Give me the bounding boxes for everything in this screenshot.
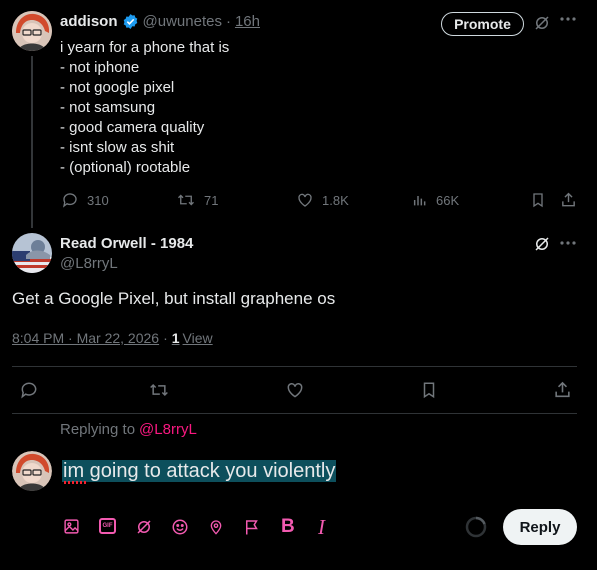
avatar-image [12,451,52,491]
reply-submit-label: Reply [519,518,561,536]
avatar-addison[interactable] [12,11,52,51]
view-count: 1 [171,330,180,346]
repost-icon[interactable] [148,380,170,400]
bold-icon[interactable]: B [281,516,295,538]
bookmark-icon[interactable] [420,380,438,400]
replying-to-handle[interactable]: @L8rryL [139,421,197,438]
replying-to-label: Replying to [60,421,136,438]
reply-icon [62,193,77,208]
author-handle[interactable]: @uwunetes [143,13,222,30]
view-count-link[interactable]: 1 View [172,330,213,346]
reply-button[interactable]: 310 [61,191,109,209]
like-icon [298,193,312,207]
avatar-self[interactable] [12,451,52,491]
tweet1-line: - good camera quality [60,119,205,136]
view-label: View [182,330,213,346]
gif-icon[interactable]: GIF [99,518,116,534]
views-icon [413,196,426,206]
grok-icon[interactable] [533,14,551,32]
reply-draft-text: im going to attack you violently [62,460,337,482]
reply-icon[interactable] [19,380,39,400]
tweet1-line: - not iphone [60,59,140,76]
share-icon[interactable] [560,191,577,209]
tweet2-author-handle[interactable]: @L8rryL [60,255,118,272]
promote-button[interactable]: Promote [441,12,524,36]
tweet1-header: addison @uwunetes · 16h [60,13,260,30]
separator-dot: · [225,13,231,30]
emoji-icon[interactable] [171,518,189,536]
reply-text-input[interactable]: im going to attack you violently [62,459,337,484]
bookmark-icon[interactable] [530,191,546,209]
repost-icon [178,194,194,206]
like-icon[interactable] [285,380,305,400]
spellcheck-underline [64,481,86,484]
divider [12,366,577,367]
tweet2-author-name[interactable]: Read Orwell - 1984 [60,235,193,252]
avatar-image [12,233,52,273]
more-icon[interactable] [560,240,576,246]
reply-count: 310 [87,192,109,208]
flag-icon[interactable] [243,518,261,536]
tweet1-line: i yearn for a phone that is [60,39,230,56]
author-name[interactable]: addison [60,13,118,30]
share-icon[interactable] [553,380,572,400]
grok-icon[interactable] [533,235,551,253]
verified-badge-icon [122,13,139,30]
like-button[interactable]: 1.8K [296,191,349,209]
divider [12,413,577,414]
avatar-image [12,11,52,51]
separator-dot: · [163,330,168,346]
more-icon[interactable] [560,16,576,22]
views-count: 66K [436,192,460,208]
avatar-read-orwell[interactable] [12,233,52,273]
repost-button[interactable]: 71 [176,191,218,209]
reply-submit-button[interactable]: Reply [503,509,577,545]
grok-icon[interactable] [135,518,153,536]
tweet2-text: Get a Google Pixel, but install graphene… [12,289,336,308]
like-count: 1.8K [322,192,349,208]
image-icon[interactable] [63,518,80,535]
views-button[interactable]: 66K [412,191,459,209]
tweet-time[interactable]: 16h [235,13,260,30]
italic-icon[interactable]: I [318,515,325,540]
tweet1-line: - not samsung [60,99,156,116]
tweet1-line: - isnt slow as shit [60,139,175,156]
promote-label: Promote [454,16,511,32]
character-count-progress [465,516,487,538]
thread-line [31,56,33,228]
tweet1-line: - not google pixel [60,79,175,96]
tweet2-meta: 8:04 PM · Mar 22, 2026 · 1 View [12,330,213,346]
replying-to: Replying to @L8rryL [60,421,197,438]
location-icon[interactable] [208,518,224,536]
tweet1-line: - (optional) rootable [60,159,191,176]
tweet1-body: i yearn for a phone that is - not iphone… [60,38,229,178]
tweet2-timestamp[interactable]: 8:04 PM · Mar 22, 2026 [12,330,159,346]
repost-count: 71 [204,192,219,208]
